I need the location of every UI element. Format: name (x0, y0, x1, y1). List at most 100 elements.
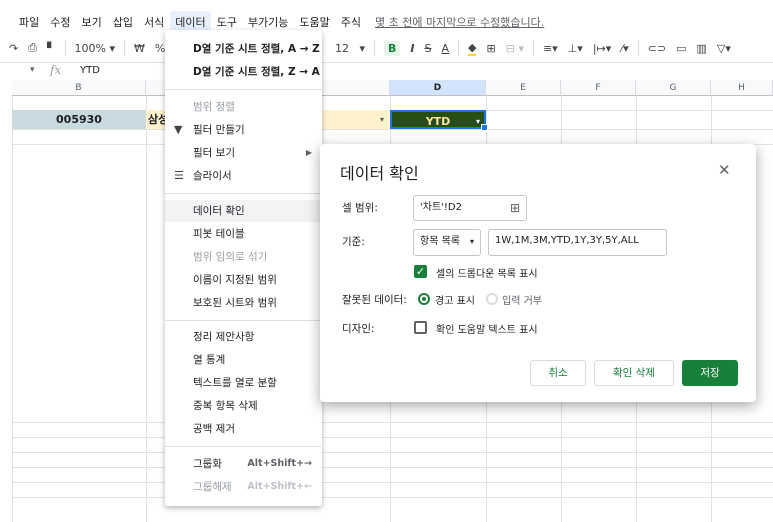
data-validation-dialog: 데이터 확인 ✕ 셀 범위: '차트'!D2 ⊞ 기준: 항목 목록 ▾ 1W,… (320, 144, 756, 402)
column-header-b[interactable]: B (12, 80, 146, 96)
menu-filter-views[interactable]: 필터 보기 ▶ (165, 142, 322, 164)
bold-button[interactable]: B (384, 40, 401, 56)
cell-stock-code[interactable]: 005930 (12, 110, 146, 129)
criteria-list-input[interactable]: 1W,1M,3M,YTD,1Y,3Y,5Y,ALL (488, 229, 667, 256)
chevron-down-icon[interactable]: ▾ (380, 110, 384, 129)
paint-format-icon[interactable]: ▘ (47, 42, 55, 55)
last-edit-link[interactable]: 몇 초 전에 마지막으로 수정했습니다. (375, 14, 544, 30)
close-icon[interactable]: ✕ (718, 161, 731, 179)
font-size-select[interactable]: 12 ▾ (335, 42, 365, 55)
menu-insert[interactable]: 삽입 (108, 11, 138, 33)
grid-select-icon[interactable]: ⊞ (510, 196, 520, 220)
menu-protected-sheets[interactable]: 보호된 시트와 범위 (165, 292, 322, 314)
menu-ungroup[interactable]: 그룹해제 Alt+Shift+← (165, 476, 322, 498)
redo-icon[interactable]: ↷ (9, 42, 18, 55)
toolbar: ↷ ⎙ ▘ 100% ▾ ₩ % 12 ▾ B I S A ◆ ⊞ ⊟ ▾ ≡▾… (0, 36, 773, 60)
menu-column-stats[interactable]: 열 통계 (165, 349, 322, 371)
save-button[interactable]: 저장 (682, 360, 738, 386)
formula-input[interactable]: YTD (80, 65, 100, 76)
menu-stocks[interactable]: 주식 (336, 11, 366, 33)
strikethrough-button[interactable]: S (425, 42, 432, 55)
text-color-button[interactable]: A (441, 42, 449, 55)
menu-edit[interactable]: 수정 (45, 11, 75, 33)
italic-button[interactable]: I (410, 42, 414, 55)
fill-color-icon[interactable]: ◆ (468, 41, 477, 56)
grid-line (12, 96, 13, 522)
filter-icon[interactable]: ▽▾ (717, 42, 731, 55)
name-box-chevron-down-icon[interactable]: ▾ (30, 65, 35, 75)
menu-group-shortcut: Alt+Shift+→ (247, 458, 312, 469)
borders-icon[interactable]: ⊞ (486, 42, 495, 55)
menu-file[interactable]: 파일 (14, 11, 44, 33)
fill-handle[interactable] (481, 124, 488, 131)
grid-line (12, 129, 773, 130)
menu-bar: 파일 수정 보기 삽입 서식 데이터 도구 부가기능 도움말 주식 몇 초 전에… (0, 8, 773, 36)
remove-validation-button[interactable]: 확인 삭제 (594, 360, 674, 386)
data-menu: D열 기준 시트 정렬, A → Z D열 기준 시트 정렬, Z → A 범위… (165, 30, 322, 506)
warn-label: 경고 표시 (435, 296, 475, 307)
menu-divider (165, 193, 322, 194)
chevron-down-icon[interactable]: ▾ (476, 112, 480, 131)
column-header-g[interactable]: G (636, 80, 711, 96)
column-header-e[interactable]: E (486, 80, 561, 96)
menu-view[interactable]: 보기 (77, 11, 107, 33)
fx-icon: fx (50, 63, 62, 77)
menu-data-validation[interactable]: 데이터 확인 (165, 200, 322, 222)
chevron-down-icon: ▾ (469, 237, 474, 246)
toolbar-divider (64, 40, 66, 56)
menu-sort-az[interactable]: D열 기준 시트 정렬, A → Z (165, 38, 322, 60)
invalid-data-label: 잘못된 데이터: (342, 294, 407, 306)
vertical-align-icon[interactable]: ⊥▾ (568, 42, 583, 55)
cell-range-value: '차트'!D2 (420, 202, 462, 213)
menu-remove-duplicates[interactable]: 중복 항목 삭제 (165, 395, 322, 417)
criteria-type-value: 항목 목록 (420, 236, 460, 247)
menu-pivot-table[interactable]: 피봇 테이블 (165, 223, 322, 245)
menu-create-filter-label: 필터 만들기 (193, 124, 245, 136)
insert-chart-icon[interactable]: ▥ (696, 42, 706, 55)
submenu-arrow-icon: ▶ (305, 148, 312, 157)
cell-period-text: YTD (425, 115, 451, 128)
print-icon[interactable]: ⎙ (28, 41, 37, 55)
cell-range-input[interactable]: '차트'!D2 ⊞ (413, 195, 527, 221)
menu-cleanup-suggestions[interactable]: 정리 제안사항 (165, 326, 322, 348)
column-header-f[interactable]: F (561, 80, 636, 96)
column-header-d[interactable]: D (390, 80, 486, 96)
currency-format-button[interactable]: ₩ (134, 42, 145, 55)
menu-ungroup-label: 그룹해제 (193, 481, 232, 493)
insert-link-icon[interactable]: ⊂⊃ (648, 42, 666, 55)
toolbar-divider (374, 40, 376, 56)
percent-format-button[interactable]: % (155, 42, 165, 55)
menu-create-filter[interactable]: ▼ 필터 만들기 (165, 119, 322, 141)
menu-divider (165, 89, 322, 90)
criteria-type-select[interactable]: 항목 목록 ▾ (413, 229, 481, 256)
text-wrap-icon[interactable]: |↦▾ (593, 42, 611, 55)
zoom-select[interactable]: 100% ▾ (75, 42, 115, 55)
text-rotation-icon[interactable]: ⁄▾ (621, 42, 628, 55)
merge-cells-icon[interactable]: ⊟ ▾ (506, 42, 524, 55)
menu-group[interactable]: 그룹화 Alt+Shift+→ (165, 453, 322, 475)
toolbar-divider (123, 40, 125, 56)
show-dropdown-checkbox[interactable]: ✓ (414, 265, 427, 278)
menu-sort-za[interactable]: D열 기준 시트 정렬, Z → A (165, 61, 322, 83)
show-dropdown-label: 셀의 드롭다운 목록 표시 (436, 269, 538, 280)
menu-format[interactable]: 서식 (139, 11, 169, 33)
cell-period-select[interactable]: YTD ▾ (390, 110, 488, 131)
menu-randomize-range[interactable]: 범위 임의로 섞기 (165, 246, 322, 268)
insert-comment-icon[interactable]: ▭ (676, 42, 686, 55)
menu-slicer[interactable]: ☰ 슬라이서 (165, 165, 322, 187)
cancel-button[interactable]: 취소 (530, 360, 586, 386)
menu-named-ranges[interactable]: 이름이 지정된 범위 (165, 269, 322, 291)
menu-split-text[interactable]: 텍스트를 열로 분할 (165, 372, 322, 394)
grid-line (12, 497, 773, 498)
reject-label: 입력 거부 (502, 296, 542, 307)
warn-radio[interactable] (418, 293, 430, 305)
horizontal-align-icon[interactable]: ≡▾ (543, 42, 558, 55)
toolbar-divider (458, 40, 460, 56)
help-text-checkbox[interactable] (414, 321, 427, 334)
slicer-icon: ☰ (174, 169, 184, 182)
menu-sort-range[interactable]: 범위 정렬 (165, 96, 322, 118)
menu-trim-whitespace[interactable]: 공백 제거 (165, 418, 322, 440)
reject-radio[interactable] (486, 293, 498, 305)
column-header-h[interactable]: H (711, 80, 773, 96)
grid-line (12, 437, 773, 438)
